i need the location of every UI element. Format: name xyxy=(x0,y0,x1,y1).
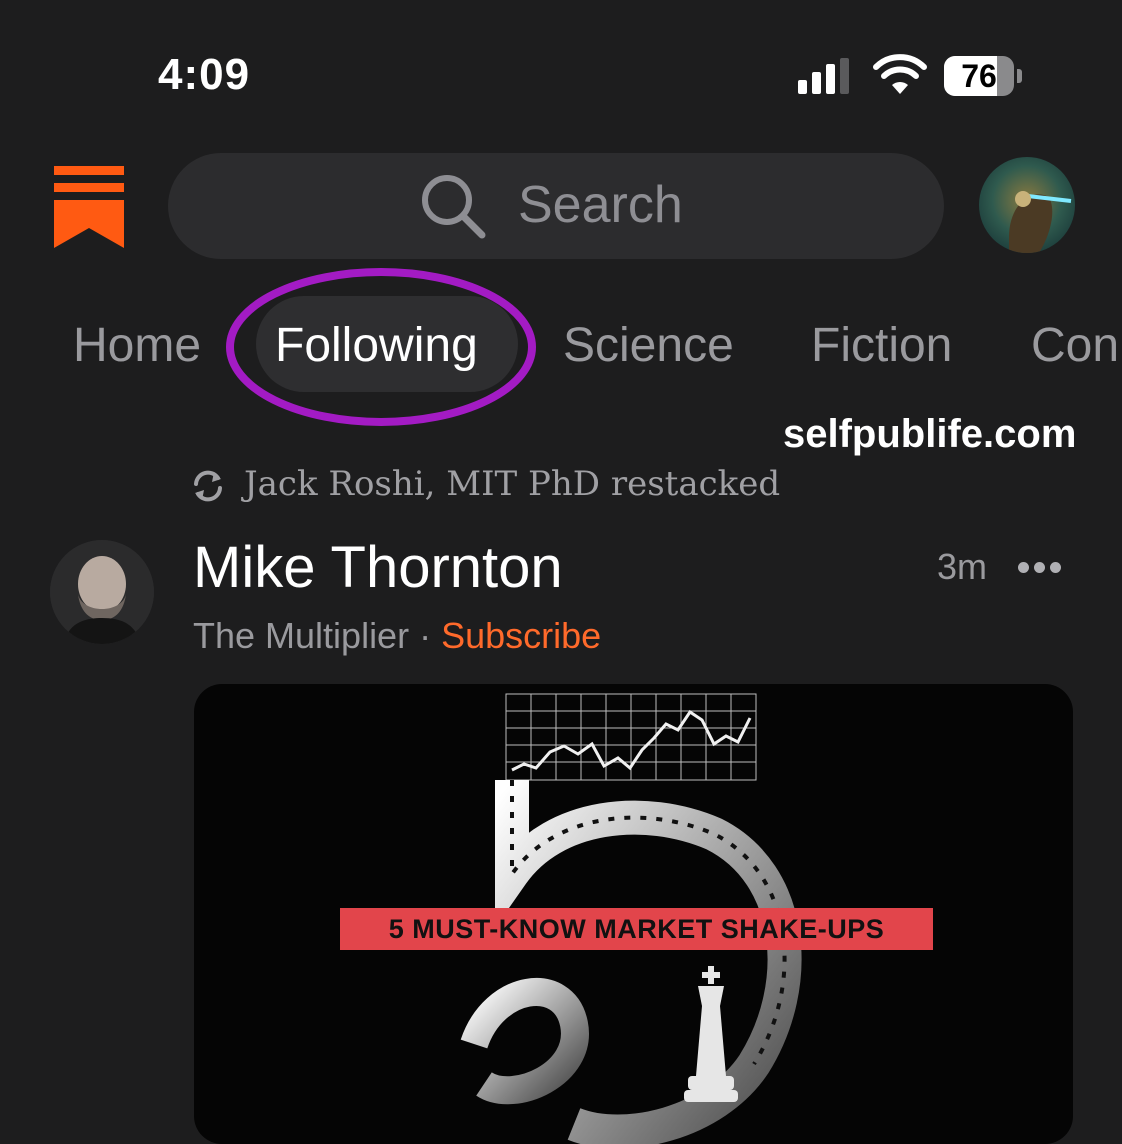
post-timestamp: 3m xyxy=(937,546,988,587)
author-name[interactable]: Mike Thornton xyxy=(193,534,563,601)
restack-label[interactable]: Jack Roshi, MIT PhD restacked xyxy=(244,464,780,504)
separator: · xyxy=(409,615,442,656)
author-photo xyxy=(50,540,154,644)
battery-percentage: 76 xyxy=(961,58,997,94)
search-icon xyxy=(422,175,486,239)
publication-name[interactable]: The Multiplier xyxy=(193,615,409,656)
cover-headline: 5 MUST-KNOW MARKET SHAKE-UPS xyxy=(388,914,885,944)
search-placeholder: Search xyxy=(518,176,683,234)
avatar-image xyxy=(979,157,1075,253)
profile-avatar[interactable] xyxy=(979,157,1075,253)
subscribe-link[interactable]: Subscribe xyxy=(441,615,601,656)
battery-icon: 76 xyxy=(944,56,1022,96)
post-cover-image[interactable]: 5 MUST-KNOW MARKET SHAKE-UPS xyxy=(194,684,1073,1144)
wifi-icon xyxy=(873,54,927,94)
tab-home[interactable]: Home xyxy=(73,318,201,373)
watermark: selfpublife.com xyxy=(783,412,1077,456)
author-avatar[interactable] xyxy=(50,540,154,644)
more-options-icon[interactable] xyxy=(1018,562,1062,574)
cover-headline-banner: 5 MUST-KNOW MARKET SHAKE-UPS xyxy=(340,908,933,950)
cellular-signal-icon xyxy=(798,58,856,94)
search-bar[interactable]: Search xyxy=(168,153,944,259)
tab-science[interactable]: Science xyxy=(563,318,734,373)
tab-con[interactable]: Con xyxy=(1031,318,1119,373)
substack-logo-icon[interactable] xyxy=(54,166,124,248)
status-time: 4:09 xyxy=(158,50,251,99)
tab-fiction[interactable]: Fiction xyxy=(811,318,952,373)
publication-line: The Multiplier · Subscribe xyxy=(193,615,601,657)
highlight-circle xyxy=(226,268,536,426)
restack-icon xyxy=(194,470,222,502)
